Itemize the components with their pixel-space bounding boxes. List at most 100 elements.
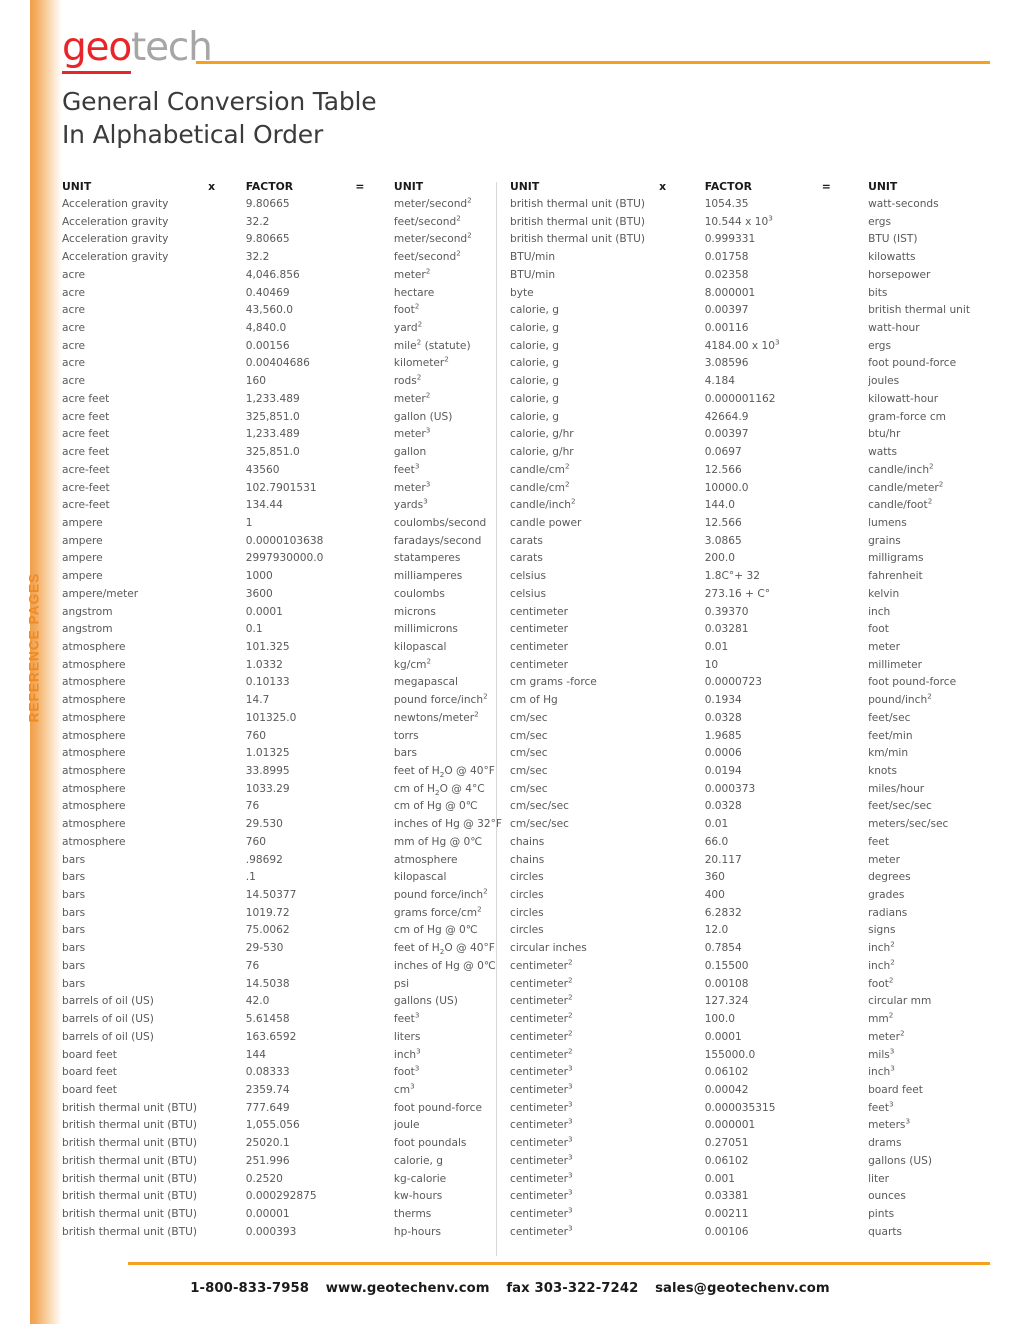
cell-factor: 33.8995: [245, 765, 290, 777]
cell-unit: celsius: [510, 570, 546, 583]
cell-times-spacer: [659, 285, 705, 303]
cell-factor: 0.27051: [704, 1137, 749, 1150]
cell-unit: cm/sec: [510, 729, 548, 742]
cell-unit: atmosphere: [62, 676, 126, 689]
cell-unit: carats: [510, 534, 543, 547]
cell-factor: 12.0: [704, 924, 729, 937]
cell-unit: centimeter: [510, 658, 569, 671]
cell-factor: 3.08596: [704, 357, 749, 370]
cell-unit: atmosphere: [62, 640, 126, 653]
cell-equals-spacer: [355, 852, 394, 870]
cell-factor: 101.325: [245, 640, 290, 653]
cell-result-unit: inches of Hg @ 32°F: [393, 818, 502, 831]
cell-unit: cm of Hg: [510, 694, 558, 707]
table-row: centimeter2 100.0 mm2: [510, 1011, 970, 1029]
cell-equals-spacer: [822, 781, 868, 799]
cell-factor: 0.08333: [245, 1066, 290, 1079]
cell-times-spacer: [208, 869, 246, 887]
header-times: x: [659, 180, 667, 193]
cell-result-unit: newtons/meter2: [393, 709, 479, 724]
cell-equals-spacer: [822, 462, 868, 480]
cell-unit: calorie, g: [510, 322, 560, 335]
cell-result-unit: inch3: [393, 1046, 421, 1061]
cell-times-spacer: [208, 852, 246, 870]
cell-factor: 760: [245, 729, 267, 742]
cell-factor: 102.7901531: [245, 481, 317, 494]
cell-result-unit: kilometer2: [393, 355, 449, 370]
cell-unit: centimeter2: [510, 993, 573, 1008]
cell-result-unit: gallon (US): [393, 410, 453, 423]
cell-unit: atmosphere: [62, 658, 126, 671]
cell-unit: centimeter: [510, 605, 569, 618]
cell-times-spacer: [659, 550, 705, 568]
cell-unit: ampere: [62, 570, 103, 583]
cell-equals-spacer: [355, 320, 394, 338]
cell-times-spacer: [659, 887, 705, 905]
table-row: centimeter3 0.03381 ounces: [510, 1188, 970, 1206]
cell-factor: 8.000001: [704, 286, 756, 299]
cell-result-unit: lumens: [868, 516, 907, 529]
table-row: centimeter3 0.06102 gallons (US): [510, 1153, 970, 1171]
table-row: bars 14.5038 psi: [62, 976, 502, 994]
table-row: bars 75.0062 cm of Hg @ 0℃: [62, 922, 502, 940]
cell-equals-spacer: [355, 1224, 394, 1242]
cell-result-unit: kg-calorie: [393, 1172, 447, 1185]
cell-equals-spacer: [822, 1153, 868, 1171]
cell-unit: acre-feet: [62, 463, 110, 476]
cell-unit: british thermal unit (BTU): [62, 1137, 198, 1150]
cell-factor: 76: [245, 959, 260, 972]
cell-times-spacer: [208, 320, 246, 338]
table-row: centimeter3 0.00042 board feet: [510, 1082, 970, 1100]
table-row: centimeter 0.39370 inch: [510, 604, 970, 622]
cell-equals-spacer: [822, 1188, 868, 1206]
cell-result-unit: gallon: [393, 446, 427, 459]
cell-unit: bars: [62, 942, 86, 955]
cell-unit: centimeter3: [510, 1081, 573, 1096]
cell-unit: british thermal unit (BTU): [62, 1101, 198, 1114]
table-row: british thermal unit (BTU) 0.000393 hp-hou…: [62, 1224, 502, 1242]
cell-equals-spacer: [355, 993, 394, 1011]
cell-times-spacer: [208, 568, 246, 586]
table-row: board feet 2359.74 cm3: [62, 1082, 502, 1100]
cell-equals-spacer: [355, 480, 394, 498]
table-row: cm/sec 0.0006 km/min: [510, 745, 970, 763]
cell-factor: 0.40469: [245, 286, 290, 299]
cell-unit: british thermal unit (BTU): [62, 1119, 198, 1132]
cell-unit: centimeter3: [510, 1135, 573, 1150]
cell-equals-spacer: [822, 1082, 868, 1100]
cell-result-unit: mils3: [868, 1046, 895, 1061]
cell-result-unit: watt-hour: [868, 322, 920, 335]
cell-result-unit: therms: [393, 1207, 432, 1220]
cell-unit: calorie, g: [510, 375, 560, 388]
cell-equals-spacer: [822, 604, 868, 622]
footer-phone[interactable]: 1-800-833-7958: [190, 1281, 309, 1296]
cell-times-spacer: [208, 905, 246, 923]
cell-factor: 0.0000103638: [245, 534, 324, 547]
table-row: centimeter3 0.00106 quarts: [510, 1224, 970, 1242]
cell-times-spacer: [659, 1224, 705, 1242]
footer-email[interactable]: sales@geotechenv.com: [655, 1281, 830, 1296]
cell-result-unit: kilowatt-hour: [868, 392, 939, 405]
cell-unit: cm/sec/sec: [510, 800, 570, 813]
cell-factor: 160: [245, 375, 267, 388]
cell-equals-spacer: [355, 1171, 394, 1189]
cell-unit: candle/inch2: [510, 497, 576, 512]
cell-result-unit: torrs: [393, 729, 419, 742]
cell-equals-spacer: [355, 940, 394, 958]
cell-factor: 1,055.056: [245, 1119, 300, 1132]
cell-equals-spacer: [355, 1100, 394, 1118]
cell-factor: 0.02358: [704, 268, 749, 281]
cell-factor: 0.00042: [704, 1083, 749, 1096]
cell-equals-spacer: [822, 710, 868, 728]
table-row: acre feet 325,851.0 gallon (US): [62, 409, 502, 427]
cell-result-unit: feet/sec: [868, 711, 911, 724]
cell-equals-spacer: [355, 763, 394, 781]
table-row: Acceleration gravity 32.2 feet/second2: [62, 249, 502, 267]
cell-unit: atmosphere: [62, 765, 126, 777]
cell-result-unit: mm of Hg @ 0℃: [393, 835, 483, 848]
table-row: bars 1019.72 grams force/cm2: [62, 905, 502, 923]
cell-unit: board feet: [62, 1083, 117, 1096]
header-equals: =: [821, 180, 831, 193]
footer-website[interactable]: www.geotechenv.com: [326, 1281, 490, 1296]
cell-unit: carats: [510, 552, 543, 565]
